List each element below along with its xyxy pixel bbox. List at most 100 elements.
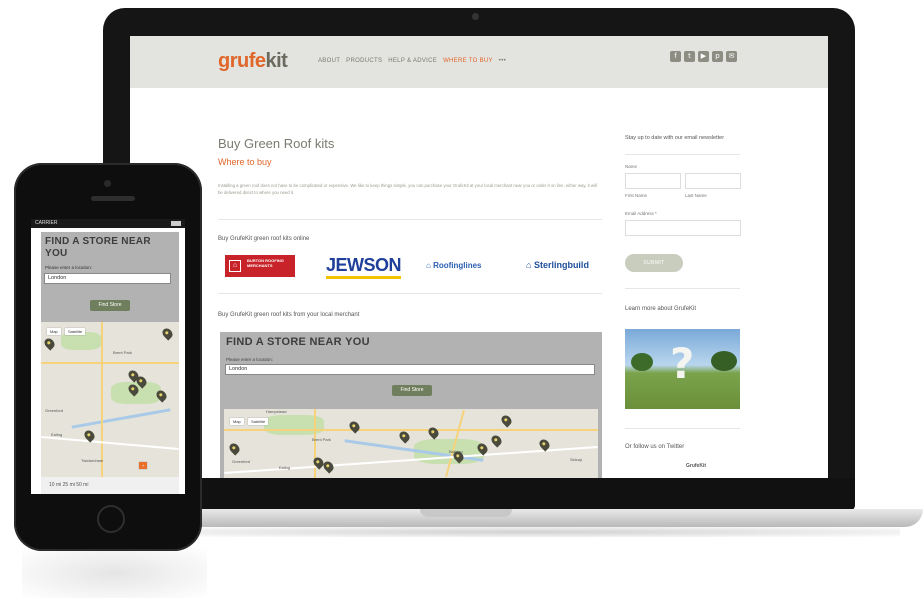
map-road: [101, 322, 103, 477]
email-input[interactable]: [625, 220, 741, 236]
laptop-base: [148, 509, 923, 527]
store-pin-icon[interactable]: [160, 326, 175, 341]
phone-status-bar: CARRIER: [31, 219, 185, 228]
store-pin-icon[interactable]: [42, 336, 57, 351]
store-pin-icon[interactable]: [489, 433, 504, 448]
nav-help-advice[interactable]: HELP & ADVICE: [388, 58, 437, 64]
divider: [625, 288, 740, 289]
phone-screen: CARRIER FIND A STORE NEAR YOU Please ent…: [31, 219, 185, 494]
divider: [218, 293, 602, 294]
logo-part-grufe: grufe: [218, 50, 266, 72]
email-icon[interactable]: ✉: [726, 51, 737, 62]
phone-store-finder: FIND A STORE NEAR YOU Please enter a loc…: [41, 232, 179, 328]
newsletter-heading: Stay up to date with our email newslette…: [625, 135, 725, 141]
laptop-screen: grufekit ABOUT PRODUCTS HELP & ADVICE WH…: [130, 36, 828, 478]
twitter-heading: Or follow us on Twitter: [625, 444, 685, 450]
phone-map-type-map-button[interactable]: Map: [47, 328, 61, 335]
map-type-map-button[interactable]: Map: [230, 418, 244, 425]
store-pin-icon[interactable]: [397, 429, 412, 444]
brand-sterlingbuild[interactable]: ⌂ Sterlingbuild: [526, 260, 589, 270]
zoom-button[interactable]: +: [139, 462, 148, 469]
laptop-chin: [103, 478, 855, 511]
phone-location-input[interactable]: London: [44, 273, 171, 284]
phone-store-map[interactable]: Map Satellite Brent Park Greenford Ealin…: [41, 322, 179, 477]
first-name-input[interactable]: [625, 173, 681, 189]
learn-more-heading: Learn more about GrufeKit: [625, 306, 697, 312]
last-name-label: Last Name: [685, 193, 707, 198]
phone-finder-title: FIND A STORE NEAR YOU: [45, 236, 151, 259]
page-subtitle: Where to buy: [218, 157, 272, 167]
laptop-base-notch: [420, 509, 512, 517]
site-logo[interactable]: grufekit: [218, 50, 288, 73]
merchant-label: Buy GrufeKit green roof kits from your l…: [218, 312, 360, 318]
phone-map-type-satellite-button[interactable]: Satellite: [65, 328, 86, 335]
tree-shape: [631, 353, 653, 371]
online-label: Buy GrufeKit green roof kits online: [218, 236, 310, 242]
roof-icon: ⌂: [526, 260, 534, 270]
map-place-label: Brent Park: [312, 437, 331, 442]
map-road: [41, 435, 179, 451]
nav-more[interactable]: •••: [499, 58, 506, 64]
burton-logo-icon: ⌂: [229, 260, 241, 272]
map-place-label: Hampstead: [266, 409, 287, 414]
brand-jewson[interactable]: JEWSON: [326, 255, 402, 279]
store-pin-icon[interactable]: [227, 441, 242, 456]
twitter-icon[interactable]: t: [684, 51, 695, 62]
laptop-camera: [472, 13, 479, 20]
phone-speaker: [91, 196, 135, 201]
map-place-label: Greenford: [232, 459, 251, 464]
tree-shape: [711, 351, 737, 371]
map-river: [71, 408, 171, 429]
store-pin-icon[interactable]: [426, 425, 441, 440]
store-finder: FIND A STORE NEAR YOU Please enter a loc…: [220, 332, 602, 478]
map-place-label: Twickenham: [81, 458, 104, 463]
brand-burton-label: BURTON ROOFING MERCHANTS: [247, 258, 284, 268]
location-hint: Please enter a location:: [226, 357, 274, 362]
page-title: Buy Green Roof kits: [218, 136, 335, 151]
location-input[interactable]: London: [225, 364, 595, 375]
submit-button[interactable]: SUBMIT: [625, 254, 683, 272]
brand-roofinglines-label: Roofinglines: [433, 261, 482, 270]
laptop-shadow: [160, 527, 900, 537]
youtube-icon[interactable]: ▶: [698, 51, 709, 62]
brand-burton-roofing[interactable]: ⌂ BURTON ROOFING MERCHANTS: [225, 255, 295, 277]
carrier-label: CARRIER: [35, 220, 58, 226]
phone-camera: [104, 180, 111, 187]
twitter-handle[interactable]: GrufeKit: [686, 463, 706, 469]
divider: [625, 154, 740, 155]
intro-text: Installing a green roof does not have to…: [218, 183, 597, 195]
roof-icon: ⌂: [426, 261, 434, 270]
first-name-label: First Name: [625, 193, 648, 198]
video-thumbnail[interactable]: ?: [625, 329, 740, 409]
phone-find-store-button[interactable]: Find Store: [90, 300, 130, 311]
pinterest-icon[interactable]: p: [712, 51, 723, 62]
nav-about[interactable]: ABOUT: [318, 58, 340, 64]
logo-part-kit: kit: [265, 50, 288, 72]
map-road: [41, 362, 179, 364]
site-header: grufekit ABOUT PRODUCTS HELP & ADVICE WH…: [130, 36, 828, 88]
divider: [625, 428, 740, 429]
phone-shadow: [22, 548, 207, 598]
map-place-label: Ealing: [51, 432, 63, 437]
store-map[interactable]: Map Satellite Hampstead Barking Brent Pa…: [224, 409, 598, 478]
map-place-label: Brent Park: [113, 350, 132, 355]
map-place-label: Greenford: [45, 408, 64, 413]
store-finder-title: FIND A STORE NEAR YOU: [226, 336, 370, 348]
map-place-label: Ealing: [279, 465, 291, 470]
brand-sterlingbuild-label: Sterlingbuild: [533, 260, 589, 270]
map-type-satellite-button[interactable]: Satellite: [248, 418, 269, 425]
divider: [218, 219, 602, 220]
nav-where-to-buy[interactable]: WHERE TO BUY: [443, 58, 493, 64]
social-links: f t ▶ p ✉: [670, 51, 737, 62]
facebook-icon[interactable]: f: [670, 51, 681, 62]
phone-distance-options[interactable]: 10 mi 25 mi 50 mi: [41, 477, 179, 494]
phone-home-button[interactable]: [97, 505, 125, 533]
phone-location-hint: Please enter a location:: [45, 265, 93, 270]
store-pin-icon[interactable]: [499, 413, 514, 428]
nav-products[interactable]: PRODUCTS: [346, 58, 382, 64]
last-name-input[interactable]: [685, 173, 741, 189]
find-store-button[interactable]: Find Store: [392, 385, 432, 396]
brand-roofinglines[interactable]: ⌂ Roofinglines: [426, 261, 482, 270]
question-mark-icon: ?: [670, 339, 695, 388]
store-pin-icon[interactable]: [347, 419, 362, 434]
